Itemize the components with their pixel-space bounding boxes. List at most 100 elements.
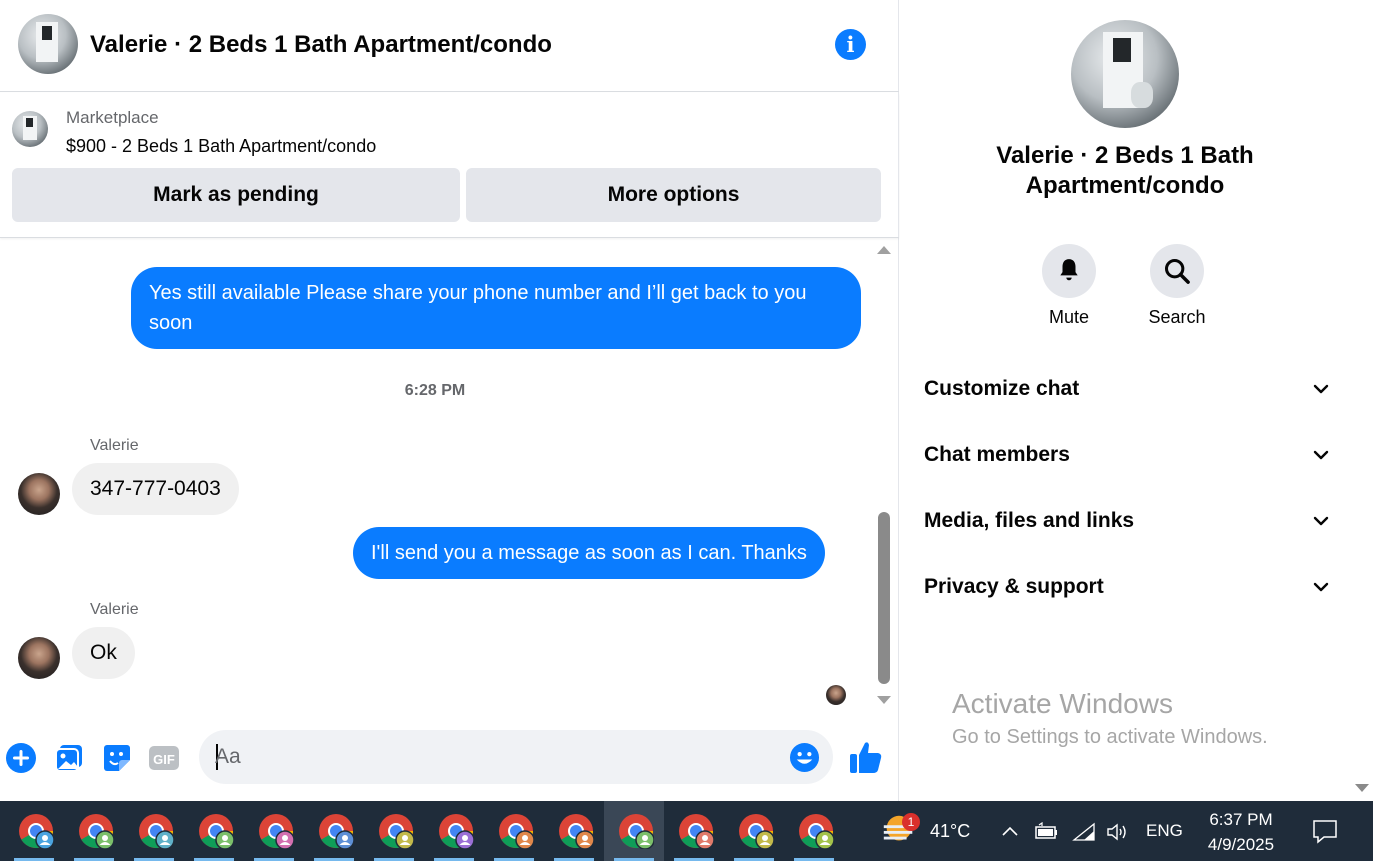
watermark-subtitle: Go to Settings to activate Windows. xyxy=(952,726,1268,748)
chrome-icon xyxy=(739,814,774,849)
system-clock[interactable]: 6:37 PM 4/9/2025 xyxy=(1196,807,1286,857)
chrome-icon xyxy=(79,814,114,849)
listing-thumbnail[interactable] xyxy=(12,111,48,147)
chrome-icon xyxy=(319,814,354,849)
sender-avatar[interactable] xyxy=(18,473,60,515)
chrome-icon xyxy=(199,814,234,849)
read-receipt-avatar xyxy=(826,685,846,705)
message-list[interactable]: Yes still available Please share your ph… xyxy=(0,238,899,715)
message-incoming[interactable]: 347-777-0403 xyxy=(72,463,239,515)
chrome-icon xyxy=(799,814,834,849)
chevron-down-icon xyxy=(1313,516,1329,526)
search-icon xyxy=(1164,258,1190,284)
taskbar-chrome-window[interactable] xyxy=(124,801,184,861)
emoji-icon[interactable] xyxy=(789,742,820,773)
scroll-down-arrow[interactable] xyxy=(877,696,891,704)
notification-icon[interactable] xyxy=(1312,818,1338,844)
message-timestamp: 6:28 PM xyxy=(404,382,466,399)
chrome-icon xyxy=(379,814,414,849)
chrome-icon xyxy=(139,814,174,849)
thumbs-up-icon[interactable] xyxy=(848,739,884,775)
activate-windows-watermark: Activate Windows Go to Settings to activ… xyxy=(952,688,1268,749)
chrome-icon xyxy=(439,814,474,849)
weather-badge: 1 xyxy=(902,813,920,831)
section-label: Media, files and links xyxy=(924,509,1135,532)
message-input-wrapper xyxy=(199,730,833,784)
marketplace-banner: Marketplace $900 - 2 Beds 1 Bath Apartme… xyxy=(0,93,899,238)
scroll-up-arrow[interactable] xyxy=(877,246,891,254)
taskbar-chrome-window[interactable] xyxy=(484,801,544,861)
windows-taskbar: 1 41°C ENG 6:37 PM 4/9/2025 xyxy=(0,801,1373,861)
scrollbar-thumb[interactable] xyxy=(878,512,890,684)
sender-name: Valerie xyxy=(90,437,139,454)
clock-date: 4/9/2025 xyxy=(1207,835,1275,854)
language-indicator[interactable]: ENG xyxy=(1146,801,1183,861)
chat-title[interactable]: Valerie · 2 Beds 1 Bath Apartment/condo xyxy=(90,31,552,59)
taskbar-chrome-window[interactable] xyxy=(184,801,244,861)
panel-scroll-down-arrow[interactable] xyxy=(1355,784,1369,792)
section-media-files-links[interactable]: Media, files and links xyxy=(924,501,1329,541)
taskbar-chrome-window[interactable] xyxy=(64,801,124,861)
message-outgoing[interactable]: I'll send you a message as soon as I can… xyxy=(353,527,825,579)
message-scrollbar[interactable] xyxy=(874,238,892,715)
info-icon[interactable]: i xyxy=(835,29,866,60)
search-action[interactable]: Search xyxy=(1122,244,1232,328)
section-chat-members[interactable]: Chat members xyxy=(924,435,1329,475)
section-privacy-support[interactable]: Privacy & support xyxy=(924,567,1329,607)
chevron-down-icon xyxy=(1313,582,1329,592)
chrome-icon xyxy=(619,814,654,849)
taskbar-chrome-window[interactable] xyxy=(784,801,844,861)
mark-as-pending-button[interactable]: Mark as pending xyxy=(12,168,460,222)
volume-icon[interactable] xyxy=(1106,822,1130,842)
photo-icon[interactable] xyxy=(54,742,86,774)
message-outgoing[interactable]: Yes still available Please share your ph… xyxy=(131,267,861,349)
plus-icon[interactable] xyxy=(5,742,37,774)
svg-text:GIF: GIF xyxy=(153,752,175,767)
chat-header: Valerie · 2 Beds 1 Bath Apartment/condo … xyxy=(0,0,899,92)
taskbar-chrome-window[interactable] xyxy=(244,801,304,861)
panel-avatar[interactable] xyxy=(1071,20,1179,128)
battery-icon[interactable] xyxy=(1033,822,1059,842)
message-composer: GIF xyxy=(0,715,899,801)
chrome-icon xyxy=(559,814,594,849)
mute-action[interactable]: Mute xyxy=(1014,244,1124,328)
message-input[interactable] xyxy=(215,730,775,784)
panel-title: Valerie · 2 Beds 1 Bath Apartment/condo xyxy=(996,142,1254,199)
wifi-icon[interactable] xyxy=(1072,822,1096,842)
temperature: 41°C xyxy=(930,821,971,841)
taskbar-chrome-window[interactable] xyxy=(364,801,424,861)
taskbar-chrome-window[interactable] xyxy=(304,801,364,861)
bell-icon xyxy=(1060,259,1078,281)
listing-title[interactable]: $900 - 2 Beds 1 Bath Apartment/condo xyxy=(66,136,376,157)
chat-info-panel: Valerie · 2 Beds 1 Bath Apartment/condo … xyxy=(900,0,1373,801)
taskbar-chrome-window[interactable] xyxy=(604,801,664,861)
clock-time: 6:37 PM xyxy=(1209,810,1273,829)
sender-avatar[interactable] xyxy=(18,637,60,679)
chrome-icon xyxy=(499,814,534,849)
chevron-down-icon xyxy=(1313,384,1329,394)
marketplace-label: Marketplace xyxy=(66,108,159,127)
taskbar-chrome-window[interactable] xyxy=(544,801,604,861)
section-label: Chat members xyxy=(924,443,1070,466)
search-label: Search xyxy=(1148,307,1206,327)
chat-avatar[interactable] xyxy=(18,14,78,74)
section-label: Customize chat xyxy=(924,377,1080,400)
chevron-up-icon[interactable] xyxy=(1000,822,1020,842)
watermark-title: Activate Windows xyxy=(952,688,1173,719)
gif-icon[interactable]: GIF xyxy=(148,742,180,774)
chrome-icon xyxy=(259,814,294,849)
mute-label: Mute xyxy=(1048,307,1090,327)
taskbar-chrome-window[interactable] xyxy=(4,801,64,861)
chevron-down-icon xyxy=(1313,450,1329,460)
section-label: Privacy & support xyxy=(924,575,1104,598)
taskbar-chrome-window[interactable] xyxy=(664,801,724,861)
chrome-icon xyxy=(19,814,54,849)
messenger-app: Valerie · 2 Beds 1 Bath Apartment/condo … xyxy=(0,0,1373,801)
taskbar-chrome-window[interactable] xyxy=(424,801,484,861)
more-options-button[interactable]: More options xyxy=(466,168,881,222)
taskbar-chrome-window[interactable] xyxy=(724,801,784,861)
sticker-icon[interactable] xyxy=(101,742,133,774)
chat-column: Valerie · 2 Beds 1 Bath Apartment/condo … xyxy=(0,0,899,801)
section-customize-chat[interactable]: Customize chat xyxy=(924,369,1329,409)
message-incoming[interactable]: Ok xyxy=(72,627,135,679)
